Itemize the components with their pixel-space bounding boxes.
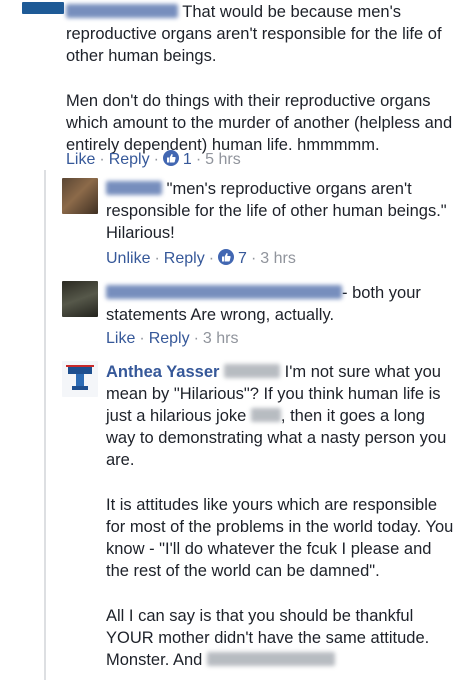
reaction-count[interactable]: 7 <box>238 250 247 267</box>
comment-4: Anthea Yasser I'm not sure what you mean… <box>0 359 466 680</box>
blurred-mention[interactable] <box>250 408 281 422</box>
comment-paragraph: Anthea Yasser I'm not sure what you mean… <box>106 363 447 469</box>
comment-1: That would be because men's reproductive… <box>0 0 466 176</box>
reaction-count[interactable]: 1 <box>183 151 192 168</box>
comment-body: "men's reproductive organs aren't respon… <box>106 180 447 242</box>
separator: · <box>250 250 257 267</box>
like-link[interactable]: Like <box>106 330 135 347</box>
blurred-author-name[interactable] <box>106 285 342 299</box>
avatar[interactable] <box>62 281 98 317</box>
avatar-illustration <box>66 365 94 390</box>
reply-link[interactable]: Reply <box>164 250 205 267</box>
blurred-mention[interactable] <box>224 364 281 378</box>
comment-actions: Like · Reply · 3 hrs <box>106 328 239 350</box>
comment-body: That would be because men's reproductive… <box>66 1 462 156</box>
unlike-link[interactable]: Unlike <box>106 250 150 267</box>
like-reaction-icon[interactable] <box>218 249 235 265</box>
timestamp[interactable]: 3 hrs <box>203 330 239 347</box>
comment-paragraph: All I can say is that you should be than… <box>106 607 430 669</box>
like-reaction-icon[interactable] <box>162 150 179 166</box>
comment-body: Anthea Yasser I'm not sure what you mean… <box>106 361 458 671</box>
reply-link[interactable]: Reply <box>109 151 150 168</box>
blurred-author-name[interactable] <box>66 4 178 18</box>
timestamp[interactable]: 5 hrs <box>205 151 241 168</box>
separator: · <box>154 250 160 267</box>
separator: · <box>208 250 215 267</box>
separator: · <box>153 151 159 168</box>
timestamp[interactable]: 3 hrs <box>260 250 296 267</box>
author-name[interactable]: Anthea Yasser <box>106 363 219 381</box>
comment-body: - both your statements Are wrong, actual… <box>106 284 421 324</box>
comment-2: "men's reproductive organs aren't respon… <box>0 176 466 276</box>
like-link[interactable]: Like <box>66 151 95 168</box>
comment-3: - both your statements Are wrong, actual… <box>0 280 466 355</box>
avatar[interactable] <box>62 178 98 214</box>
avatar[interactable] <box>62 361 98 397</box>
separator: · <box>195 151 202 168</box>
blurred-author-name[interactable] <box>106 181 162 195</box>
blurred-mention[interactable] <box>206 652 335 666</box>
separator: · <box>193 330 199 347</box>
comment-paragraph: That would be because men's reproductive… <box>66 3 442 65</box>
comment-paragraph: Men don't do things with their reproduct… <box>66 92 453 154</box>
separator: · <box>99 151 105 168</box>
reply-link[interactable]: Reply <box>149 330 190 347</box>
comment-actions: Unlike · Reply · 7 · 3 hrs <box>106 248 296 270</box>
comment-paragraph: It is attitudes like yours which are res… <box>106 496 454 580</box>
comment-actions: Like · Reply · 1 · 5 hrs <box>66 149 241 171</box>
avatar[interactable] <box>22 2 64 14</box>
separator: · <box>139 330 145 347</box>
